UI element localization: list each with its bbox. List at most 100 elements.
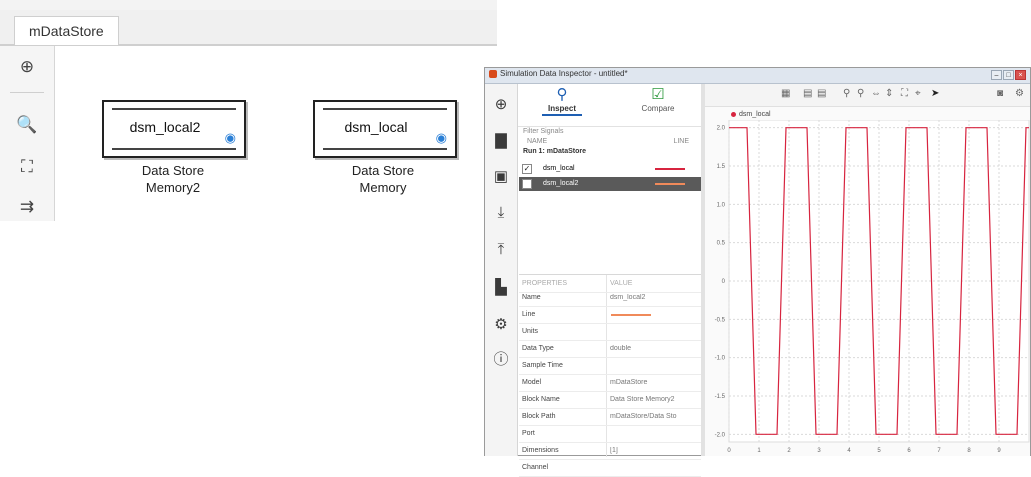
block-label: dsm_local2 [129, 119, 201, 135]
model-tab-strip: mDataStore [0, 10, 497, 46]
run-row[interactable]: Run 1: mDataStore [519, 148, 701, 159]
cursor-pointer-icon[interactable]: ➤ [931, 88, 939, 99]
window-title-bar: Simulation Data Inspector - untitled* – … [485, 68, 1030, 84]
property-row[interactable]: Sample Time [519, 357, 701, 375]
data-store-memory2-block[interactable]: dsm_local2 ◉ [102, 100, 246, 158]
property-key: Block Path [522, 413, 556, 420]
settings-icon[interactable]: ⚙ [1015, 88, 1024, 99]
signal-line-swatch [655, 168, 685, 170]
fit-to-view-icon[interactable]: ⛶ [14, 154, 40, 180]
signal-logging-icon: ◉ [224, 130, 236, 145]
x-tick-label: 3 [817, 448, 821, 454]
filter-placeholder: Filter Signals [523, 128, 564, 135]
property-row[interactable]: Name dsm_local2 [519, 289, 701, 307]
minimize-button[interactable]: – [991, 70, 1002, 80]
property-row[interactable]: Dimensions [1] [519, 442, 701, 460]
signal-filter[interactable]: Filter Signals NAME LINE [519, 127, 701, 149]
column-name: NAME [527, 138, 548, 145]
property-row[interactable]: Data Type double [519, 340, 701, 358]
column-line: LINE [673, 138, 689, 145]
property-value: double [610, 345, 632, 352]
visualization-icon[interactable]: ▤ [803, 88, 812, 99]
matlab-logo-icon [489, 70, 497, 78]
import-icon[interactable]: ⤓ [491, 202, 511, 222]
property-row[interactable]: Channel [519, 459, 701, 477]
x-tick-label: 0 [727, 448, 731, 454]
maximize-button[interactable]: □ [1003, 70, 1014, 80]
visualization-icon[interactable]: ▤ [817, 88, 826, 99]
plot-toolbar: ▦ ▤ ▤ ⚲ ⚲ ⇔ ⇕ ⛶ ⌖ ➤ ◙ ⚙ [705, 84, 1030, 107]
x-tick-label: 6 [907, 448, 911, 454]
x-tick-label: 8 [967, 448, 971, 454]
signal-row-selected[interactable]: dsm_local2 [519, 177, 701, 191]
zoom-in-icon[interactable]: ⚲ [843, 88, 850, 99]
model-tab[interactable]: mDataStore [14, 16, 119, 45]
x-tick-label: 4 [847, 448, 851, 454]
property-row[interactable]: Line [519, 306, 701, 324]
caption-line: Data Store [351, 163, 415, 178]
property-key: Line [522, 311, 536, 318]
y-tick-label: -2.0 [715, 432, 726, 438]
line-style-swatch[interactable] [611, 314, 651, 316]
property-row[interactable]: Block Path mDataStore/Data Sto [519, 408, 701, 426]
property-key: Sample Time [522, 362, 563, 369]
zoom-x-icon[interactable]: ⇔ [871, 88, 881, 99]
property-key: Block Name [522, 396, 560, 403]
x-tick-label: 1 [757, 448, 761, 454]
plot-area: ▦ ▤ ▤ ⚲ ⚲ ⇔ ⇕ ⛶ ⌖ ➤ ◙ ⚙ dsm_local 2.0 1.5… [705, 84, 1030, 456]
tab-label: Inspect [541, 104, 582, 116]
property-key: Model [522, 379, 542, 386]
folder-icon[interactable]: ▇ [491, 130, 511, 150]
y-tick-label: -1.0 [715, 356, 726, 362]
signal-row[interactable]: ✓ dsm_local [519, 162, 701, 176]
y-tick-label: 0.5 [717, 241, 726, 247]
close-button[interactable]: × [1015, 70, 1026, 80]
window-title: Simulation Data Inspector - untitled* [500, 69, 628, 78]
y-tick-label: -1.5 [715, 394, 726, 400]
new-icon[interactable]: ⊕ [491, 94, 511, 114]
zoom-in-icon[interactable]: 🔍 [14, 112, 40, 138]
property-row[interactable]: Block Name Data Store Memory2 [519, 391, 701, 409]
data-cursor-icon[interactable]: ⌖ [915, 88, 921, 99]
property-row[interactable]: Model mDataStore [519, 374, 701, 392]
caption-line: Memory2 [145, 180, 201, 195]
property-value: Data Store Memory2 [610, 396, 675, 403]
property-row[interactable]: Units [519, 323, 701, 341]
signal-checkbox[interactable]: ✓ [522, 164, 532, 174]
tab-compare[interactable]: ☑ Compare [628, 86, 688, 113]
navigate-back-icon[interactable]: ⊕ [14, 54, 40, 80]
signal-table-header: NAME LINE [527, 138, 693, 145]
zoom-y-icon[interactable]: ⇕ [885, 88, 893, 99]
x-tick-label: 9 [997, 448, 1001, 454]
signal-name: dsm_local [543, 165, 575, 172]
layout-grid-icon[interactable]: ▦ [781, 88, 790, 99]
value-column: VALUE [610, 280, 633, 287]
x-tick-label: 7 [937, 448, 941, 454]
property-key: Units [522, 328, 538, 335]
block-caption: Data Store Memory2 [93, 162, 253, 196]
tab-label: Compare [641, 104, 675, 113]
settings-icon[interactable]: ⚙ [491, 314, 511, 334]
signal-plot[interactable]: 2.0 1.5 1.0 0.5 0 -0.5 -1.0 -1.5 -2.0 0 1 2 3 4 5 6 7 8 9 [705, 120, 1030, 456]
save-icon[interactable]: ▣ [491, 166, 511, 186]
legend-label: dsm_local [739, 111, 771, 118]
data-store-memory-block[interactable]: dsm_local ◉ [313, 100, 457, 158]
property-key: Dimensions [522, 447, 559, 454]
help-icon[interactable]: ⓘ [491, 348, 511, 368]
signal-checkbox[interactable] [522, 179, 532, 189]
toolbar-divider [10, 92, 44, 93]
export-icon[interactable]: ⤒ [491, 239, 511, 259]
block-label: dsm_local [344, 119, 408, 135]
report-icon[interactable]: ▙ [491, 277, 511, 297]
canvas-toolbar: ⊕ 🔍 ⛶ ⇉ [0, 46, 55, 221]
tab-inspect[interactable]: ⚲ Inspect [532, 86, 592, 116]
property-key: Data Type [522, 345, 554, 352]
signal-routing-icon[interactable]: ⇉ [14, 194, 40, 220]
property-row[interactable]: Port [519, 425, 701, 443]
property-key: Channel [522, 464, 549, 471]
camera-icon[interactable]: ◙ [997, 88, 1003, 99]
zoom-out-icon[interactable]: ⚲ [857, 88, 864, 99]
signal-logging-icon: ◉ [435, 130, 447, 145]
property-value: dsm_local2 [610, 294, 646, 301]
fit-to-view-icon[interactable]: ⛶ [901, 88, 908, 99]
